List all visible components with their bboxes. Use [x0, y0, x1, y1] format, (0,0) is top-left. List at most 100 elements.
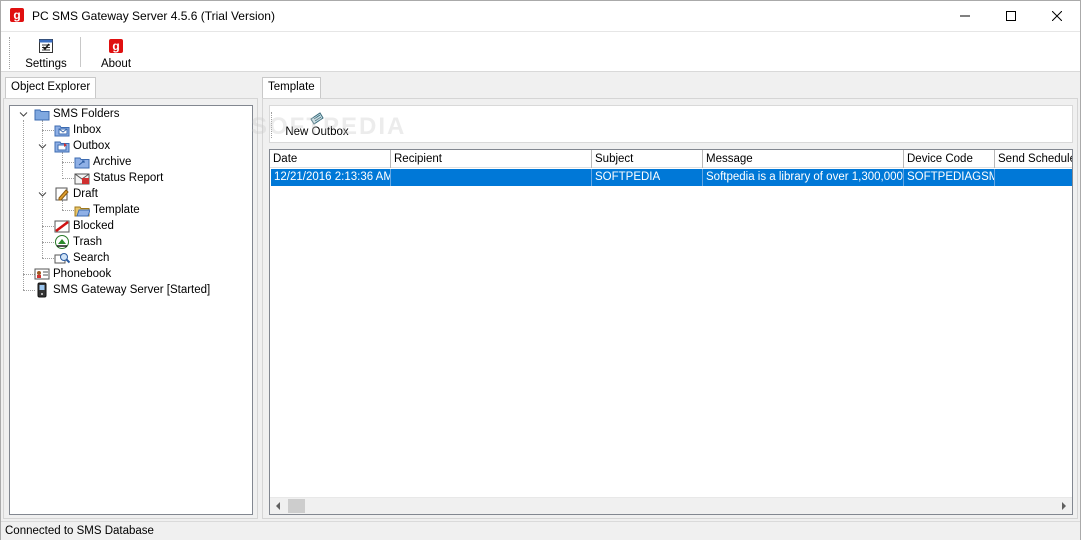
template-body: New Outbox Date Recipient Subject Messag…	[262, 98, 1078, 519]
column-header-message[interactable]: Message	[703, 150, 904, 168]
tree-connector	[23, 120, 24, 290]
cell-recipient	[391, 169, 592, 186]
scroll-right-button[interactable]	[1055, 498, 1072, 514]
tree-item-label: Search	[73, 252, 110, 264]
tree-item-label: SMS Gateway Server [Started]	[53, 284, 211, 296]
object-explorer-body: SMS Folders Inbox Outbox Archive Status …	[3, 98, 258, 519]
tree-item-blocked[interactable]: Blocked	[54, 218, 114, 234]
cell-message: Softpedia is a library of over 1,300,000…	[703, 169, 904, 186]
tree-item-label: Draft	[73, 188, 98, 200]
tree-item-label: Inbox	[73, 124, 102, 136]
tree-connector	[62, 210, 74, 211]
settings-label: Settings	[25, 58, 67, 70]
column-header-device-code[interactable]: Device Code	[904, 150, 995, 168]
about-label: About	[100, 58, 132, 70]
tree-connector	[62, 152, 63, 176]
object-explorer-panel: Object Explorer SMS Folders Inbox Outbox…	[3, 77, 258, 519]
watermark: SOFTPEDIA	[251, 113, 407, 140]
column-header-send-schedule[interactable]: Send Schedule	[995, 150, 1072, 168]
inbox-icon	[54, 125, 70, 137]
scroll-left-button[interactable]	[270, 498, 287, 514]
tab-object-explorer[interactable]: Object Explorer	[5, 77, 97, 98]
column-header-recipient[interactable]: Recipient	[391, 150, 592, 168]
tree-item-draft[interactable]: Draft	[54, 186, 98, 202]
scrollbar-thumb[interactable]	[288, 499, 305, 513]
status-bar: Connected to SMS Database	[1, 521, 1080, 540]
svg-text:g: g	[112, 39, 119, 53]
tree-item-status-report[interactable]: Status Report	[74, 170, 163, 186]
draft-icon	[55, 187, 69, 201]
phonebook-icon	[34, 268, 50, 280]
g-logo-icon: g	[109, 39, 123, 53]
svg-text:g: g	[13, 8, 20, 22]
minimize-button[interactable]	[942, 1, 988, 31]
tree-item-label: Blocked	[73, 220, 114, 232]
horizontal-scrollbar[interactable]	[270, 497, 1072, 514]
tree-item-label: SMS Folders	[53, 108, 120, 120]
tree-item-label: Trash	[73, 236, 102, 248]
trash-icon	[55, 235, 69, 249]
tab-template[interactable]: Template	[262, 77, 321, 98]
tree-item-label: Template	[93, 204, 140, 216]
messages-grid[interactable]: Date Recipient Subject Message Device Co…	[269, 149, 1073, 515]
chevron-right-icon	[1062, 502, 1066, 510]
mobile-phone-icon	[37, 282, 47, 298]
tree-item-trash[interactable]: Trash	[54, 234, 102, 250]
title-bar: g PC SMS Gateway Server 4.5.6 (Trial Ver…	[1, 1, 1080, 31]
window-title: PC SMS Gateway Server 4.5.6 (Trial Versi…	[32, 9, 275, 23]
tree-item-phonebook[interactable]: Phonebook	[34, 266, 111, 282]
tree-connector	[62, 178, 74, 179]
tree-connector	[42, 226, 54, 227]
archive-icon	[74, 157, 90, 169]
grid-header: Date Recipient Subject Message Device Co…	[270, 150, 1072, 168]
search-icon	[54, 253, 70, 264]
chevron-down-icon[interactable]	[38, 142, 47, 151]
minimize-icon	[960, 15, 970, 17]
tree-item-search[interactable]: Search	[54, 250, 109, 266]
cell-device-code: SOFTPEDIAGSMDEV	[904, 169, 995, 186]
chevron-down-icon[interactable]	[19, 110, 28, 119]
chevron-left-icon	[276, 502, 280, 510]
tree-connector	[42, 258, 54, 259]
about-button[interactable]: g About	[95, 35, 137, 71]
tree-item-outbox[interactable]: Outbox	[54, 138, 110, 154]
close-icon	[1052, 11, 1062, 21]
tree-item-sms-folders[interactable]: SMS Folders	[34, 106, 119, 122]
folder-icon	[34, 109, 50, 121]
tree-connector	[42, 242, 54, 243]
maximize-button[interactable]	[988, 1, 1034, 31]
tree-item-label: Status Report	[93, 172, 164, 184]
cell-date: 12/21/2016 2:13:36 AM	[271, 169, 391, 186]
tree-item-label: Outbox	[73, 140, 111, 152]
tree-item-sms-gateway-server[interactable]: SMS Gateway Server [Started]	[34, 282, 210, 298]
settings-button[interactable]: Settings	[21, 35, 71, 71]
tree-item-template[interactable]: Template	[74, 202, 140, 218]
tree-item-inbox[interactable]: Inbox	[54, 122, 101, 138]
main-toolbar: Settings g About	[1, 31, 1080, 72]
tree-item-archive[interactable]: Archive	[74, 154, 131, 170]
table-row[interactable]: 12/21/2016 2:13:36 AM SOFTPEDIA Softpedi…	[271, 169, 1072, 186]
cell-send-schedule	[995, 169, 1072, 186]
column-header-subject[interactable]: Subject	[592, 150, 703, 168]
tree-connector	[42, 130, 54, 131]
blocked-icon	[54, 220, 70, 233]
chevron-down-icon[interactable]	[38, 190, 47, 199]
status-report-icon	[74, 173, 90, 185]
outbox-icon	[54, 141, 70, 153]
status-text: Connected to SMS Database	[5, 525, 154, 537]
tree-connector	[62, 162, 74, 163]
maximize-icon	[1006, 11, 1016, 21]
close-button[interactable]	[1034, 1, 1080, 31]
settings-icon	[39, 39, 53, 53]
tree-item-label: Archive	[93, 156, 132, 168]
cell-subject: SOFTPEDIA	[592, 169, 703, 186]
app-window: g PC SMS Gateway Server 4.5.6 (Trial Ver…	[0, 0, 1081, 540]
template-panel: Template New Outbox Date Recipient Subje…	[262, 77, 1078, 519]
toolbar-grip[interactable]	[9, 37, 11, 69]
tree-item-label: Phonebook	[53, 268, 112, 280]
folder-tree[interactable]: SMS Folders Inbox Outbox Archive Status …	[9, 105, 253, 515]
g-logo-icon: g	[10, 8, 24, 22]
template-folder-icon	[74, 206, 90, 217]
column-header-date[interactable]: Date	[270, 150, 391, 168]
tree-connector	[42, 120, 43, 258]
